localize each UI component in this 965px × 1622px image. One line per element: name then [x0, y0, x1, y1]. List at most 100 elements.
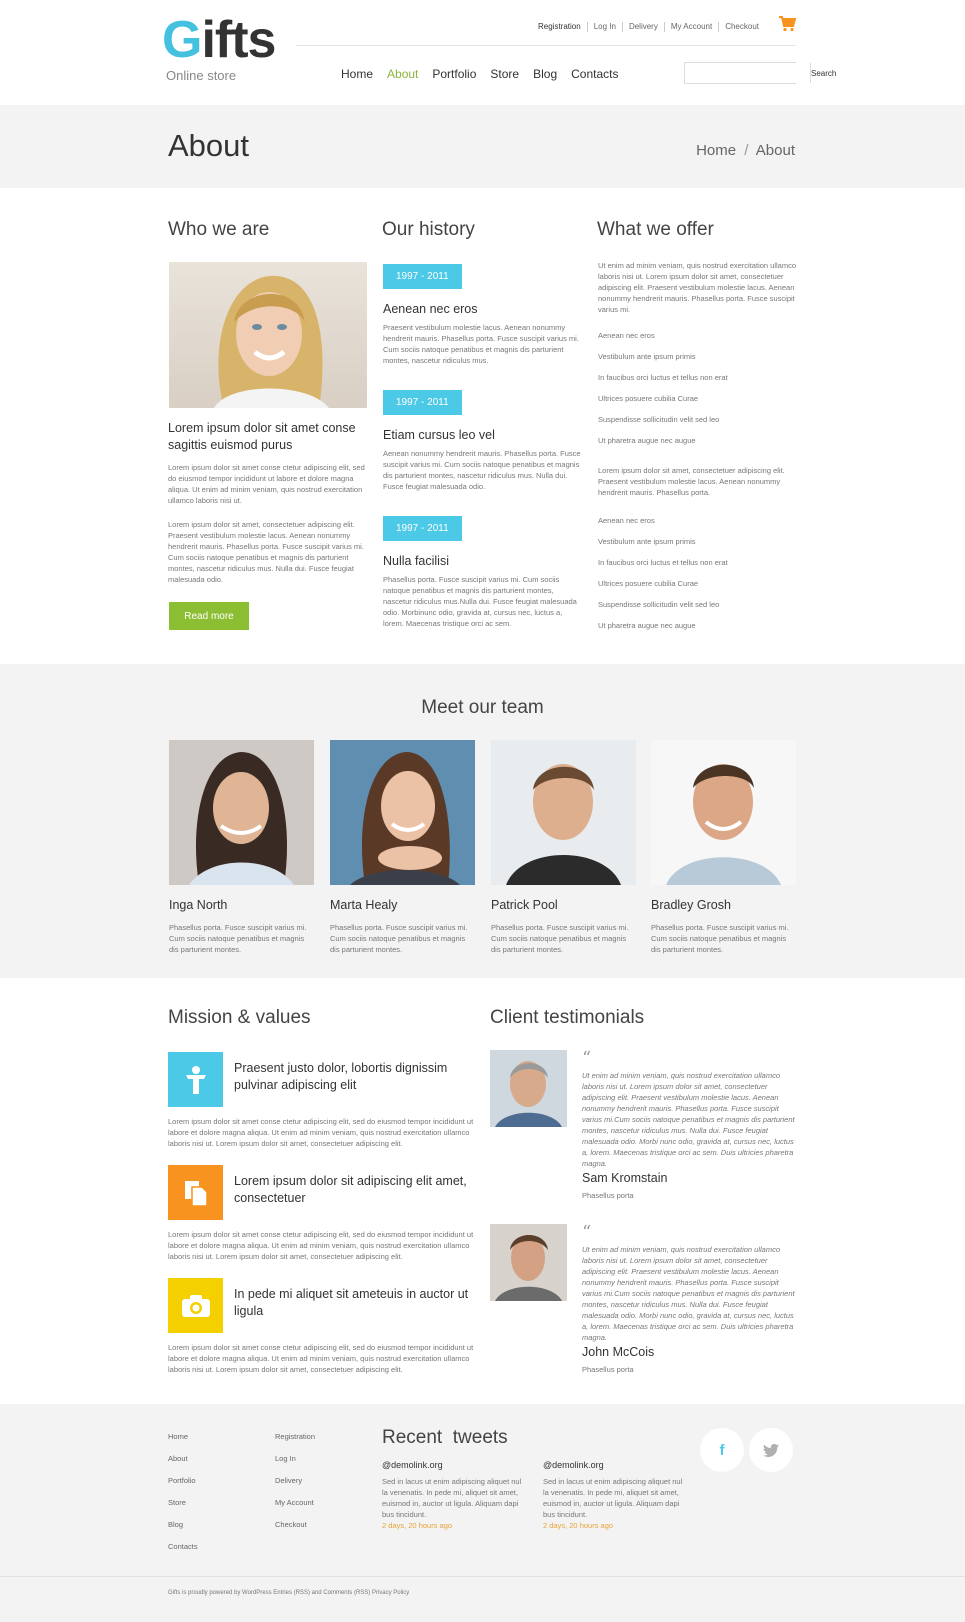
quote-icon: “ — [582, 1222, 592, 1243]
testimonial-role: Phasellus porta — [582, 1365, 634, 1374]
footer-link-about[interactable]: About — [168, 1454, 198, 1463]
footer-link-home[interactable]: Home — [168, 1432, 198, 1441]
testimonial-photo — [490, 1050, 567, 1127]
top-link-checkout[interactable]: Checkout — [718, 22, 765, 32]
top-link-delivery[interactable]: Delivery — [621, 22, 664, 32]
who-paragraph-1: Lorem ipsum dolor sit amet conse ctetur … — [168, 463, 365, 505]
who-paragraph-2: Lorem ipsum dolor sit amet, consectetuer… — [168, 520, 364, 584]
logo-tagline: Online store — [166, 68, 237, 83]
logo[interactable]: Gifts — [162, 14, 276, 66]
offer-list-item: Ut pharetra augue nec augue — [598, 436, 696, 445]
tweet-time: 2 days, 20 hours ago — [543, 1521, 614, 1530]
team-member-name: Marta Healy — [330, 898, 398, 912]
search-input[interactable] — [685, 63, 810, 83]
footer-link-delivery[interactable]: Delivery — [275, 1476, 315, 1485]
history-item-text: Aenean nonummy hendrerit mauris. Phasell… — [383, 449, 581, 491]
tweet-time: 2 days, 20 hours ago — [382, 1521, 453, 1530]
history-period-badge: 1997 - 2011 — [383, 516, 462, 541]
mission-item-text: Lorem ipsum dolor sit amet conse ctetur … — [168, 1343, 474, 1374]
nav-contacts[interactable]: Contacts — [571, 67, 618, 81]
mission-item-text: Lorem ipsum dolor sit amet conse ctetur … — [168, 1230, 474, 1261]
nav-store[interactable]: Store — [490, 67, 519, 81]
history-item-title: Aenean nec eros — [383, 302, 478, 316]
person-icon — [168, 1052, 223, 1107]
testimonial-role: Phasellus porta — [582, 1191, 634, 1200]
team-member-photo — [491, 740, 636, 885]
history-item: 1997 - 2011 Nulla facilisi Phasellus por… — [383, 516, 583, 629]
team-member-name: Patrick Pool — [491, 898, 558, 912]
nav-about[interactable]: About — [387, 67, 418, 81]
history-period-badge: 1997 - 2011 — [383, 390, 462, 415]
footer-link-registration[interactable]: Registration — [275, 1432, 315, 1441]
twitter-icon[interactable] — [749, 1428, 793, 1472]
tweet-handle[interactable]: @demolink.org — [543, 1460, 688, 1470]
history-item: 1997 - 2011 Aenean nec eros Praesent ves… — [383, 264, 583, 366]
testimonial-text: Ut enim ad minim veniam, quis nostrud ex… — [582, 1245, 795, 1342]
top-link-login[interactable]: Log In — [586, 22, 622, 32]
testimonial: “ Ut enim ad minim veniam, quis nostrud … — [490, 1222, 796, 1384]
team-member-photo — [651, 740, 796, 885]
offer-list-item: Vestibulum ante ipsum primis — [598, 537, 696, 546]
search-form: Search — [684, 62, 836, 84]
history-item-text: Praesent vestibulum molestie lacus. Aene… — [383, 323, 579, 365]
footer-link-store[interactable]: Store — [168, 1498, 198, 1507]
footer-link-account[interactable]: My Account — [275, 1498, 315, 1507]
footer-link-login[interactable]: Log In — [275, 1454, 315, 1463]
top-link-registration[interactable]: Registration — [532, 22, 587, 32]
offer-list-item: Ultrices posuere cubilia Curae — [598, 579, 699, 588]
offer-list-item: Ultrices posuere cubilia Curae — [598, 394, 699, 403]
team-member-photo — [169, 740, 314, 885]
offer-list-item: Vestibulum ante ipsum primis — [598, 352, 696, 361]
mission-heading: Mission & values — [168, 1007, 311, 1028]
history-period-badge: 1997 - 2011 — [383, 264, 462, 289]
team-member-photo — [330, 740, 475, 885]
facebook-icon[interactable]: f — [700, 1428, 744, 1472]
footer-link-blog[interactable]: Blog — [168, 1520, 198, 1529]
testimonial-text: Ut enim ad minim veniam, quis nostrud ex… — [582, 1071, 795, 1168]
team-heading: Meet our team — [421, 697, 544, 718]
history-heading: Our history — [382, 219, 475, 240]
tweet-text: Sed in lacus ut enim adipiscing aliquet … — [543, 1477, 683, 1519]
tweet: @demolink.org Sed in lacus ut enim adipi… — [382, 1460, 527, 1531]
history-item-text: Phasellus porta. Fusce suscipit varius m… — [383, 575, 577, 628]
offer-list-item: Aenean nec eros — [598, 331, 655, 340]
who-subheading: Lorem ipsum dolor sit amet conse sagitti… — [168, 421, 356, 452]
testimonial-name: Sam Kromstain — [582, 1171, 668, 1185]
nav-portfolio[interactable]: Portfolio — [432, 67, 476, 81]
breadcrumb-separator: / — [744, 142, 749, 159]
testimonial: “ Ut enim ad minim veniam, quis nostrud … — [490, 1048, 796, 1210]
team-member-name: Bradley Grosh — [651, 898, 731, 912]
document-icon — [168, 1165, 223, 1220]
history-item: 1997 - 2011 Etiam cursus leo vel Aenean … — [383, 390, 583, 492]
breadcrumb-current: About — [755, 142, 795, 159]
breadcrumb: Home / About — [696, 142, 795, 159]
who-photo — [169, 262, 367, 408]
offer-list-2: Aenean nec eros Vestibulum ante ipsum pr… — [598, 516, 796, 642]
offer-middle-text: Lorem ipsum dolor sit amet, consectetuer… — [598, 466, 785, 497]
offer-list-item: In faucibus orci luctus et tellus non er… — [598, 558, 728, 567]
footer-link-contacts[interactable]: Contacts — [168, 1542, 198, 1551]
tweet-handle[interactable]: @demolink.org — [382, 1460, 527, 1470]
tweet-text: Sed in lacus ut enim adipiscing aliquet … — [382, 1477, 522, 1519]
nav-home[interactable]: Home — [341, 67, 373, 81]
top-link-account[interactable]: My Account — [663, 22, 718, 32]
mission-item-text: Lorem ipsum dolor sit amet conse ctetur … — [168, 1117, 474, 1148]
mission-item-title: In pede mi aliquet sit ameteuis in aucto… — [234, 1287, 469, 1318]
page-title: About — [168, 128, 250, 163]
footer-links-col-1: Home About Portfolio Store Blog Contacts — [168, 1432, 198, 1564]
nav-blog[interactable]: Blog — [533, 67, 557, 81]
testimonial-photo — [490, 1224, 567, 1301]
read-more-button[interactable]: Read more — [169, 602, 249, 630]
offer-list-item: In faucibus orci luctus et tellus non er… — [598, 373, 728, 382]
breadcrumb-home[interactable]: Home — [696, 142, 736, 159]
tweets-heading: Recent tweets — [382, 1427, 508, 1448]
tweet: @demolink.org Sed in lacus ut enim adipi… — [543, 1460, 688, 1531]
quote-icon: “ — [582, 1048, 592, 1069]
offer-list-item: Ut pharetra augue nec augue — [598, 621, 696, 630]
mission-item-title: Praesent justo dolor, lobortis dignissim… — [234, 1061, 448, 1092]
footer-link-portfolio[interactable]: Portfolio — [168, 1476, 198, 1485]
footer-link-checkout[interactable]: Checkout — [275, 1520, 315, 1529]
history-item-title: Nulla facilisi — [383, 554, 449, 568]
cart-icon[interactable] — [778, 16, 796, 32]
search-button[interactable]: Search — [810, 63, 836, 83]
